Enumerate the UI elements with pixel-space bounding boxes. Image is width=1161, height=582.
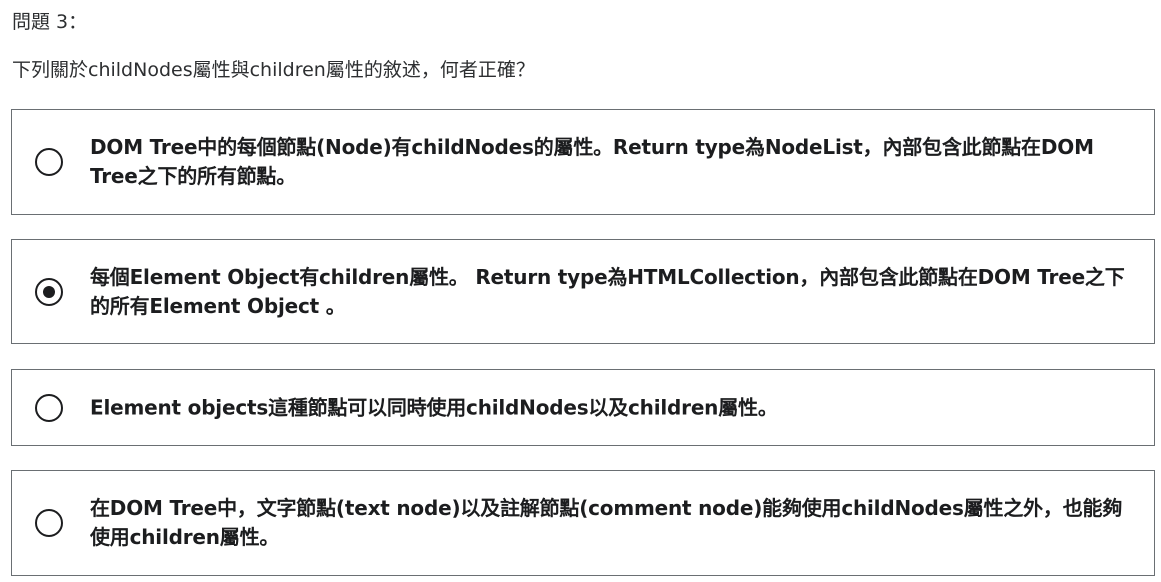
answer-option-text: DOM Tree中的每個節點(Node)有childNodes的屬性。Retur… — [90, 135, 1094, 188]
answer-option-2[interactable]: 每個Element Object有children屬性。 Return type… — [11, 239, 1155, 344]
radio-unselected-icon[interactable] — [35, 148, 63, 176]
answer-option-4[interactable]: 在DOM Tree中，文字節點(text node)以及註解節點(comment… — [11, 470, 1155, 576]
answer-option-text: 每個Element Object有children屬性。 Return type… — [90, 264, 1125, 318]
answer-option-text: Element objects這種節點可以同時使用childNodes以及chi… — [90, 395, 778, 419]
radio-selected-icon[interactable] — [35, 277, 63, 306]
quiz-page: 問題 3： 下列關於childNodes屬性與children屬性的敘述，何者正… — [0, 0, 1161, 582]
answer-option-3[interactable]: Element objects這種節點可以同時使用childNodes以及chi… — [11, 369, 1155, 446]
radio-unselected-icon[interactable] — [35, 509, 63, 537]
answer-option-text: 在DOM Tree中，文字節點(text node)以及註解節點(comment… — [90, 496, 1123, 549]
question-number: 問題 3： — [12, 11, 88, 33]
radio-unselected-icon[interactable] — [35, 393, 63, 422]
answer-option-1[interactable]: DOM Tree中的每個節點(Node)有childNodes的屬性。Retur… — [11, 109, 1155, 215]
question-prompt: 下列關於childNodes屬性與children屬性的敘述，何者正確？ — [12, 59, 535, 81]
